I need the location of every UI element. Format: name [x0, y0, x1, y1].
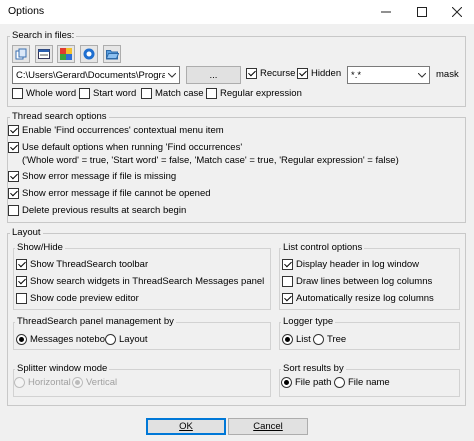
sort-file-path-radio[interactable]: File path [281, 377, 331, 388]
show-code-preview-checkbox[interactable]: Show code preview editor [16, 293, 139, 304]
start-word-checkbox[interactable]: Start word [79, 88, 136, 99]
close-icon[interactable] [441, 0, 473, 24]
recurse-checkbox[interactable]: Recurse [246, 68, 295, 79]
search-in-files-label: Search in files: [10, 30, 77, 41]
show-search-widgets-checkbox[interactable]: Show search widgets in ThreadSearch Mess… [16, 276, 264, 287]
open-files-icon[interactable] [12, 45, 30, 63]
error-file-open-checkbox[interactable]: Show error message if file cannot be ope… [8, 188, 211, 199]
use-default-options-checkbox[interactable]: Use default options when running 'Find o… [8, 142, 242, 153]
checkbox-box[interactable] [8, 188, 19, 199]
display-header-checkbox[interactable]: Display header in log window [282, 259, 419, 270]
checkbox-box[interactable] [16, 293, 27, 304]
radio-circle[interactable] [105, 334, 116, 345]
search-path-combo[interactable]: C:\Users\Gerard\Documents\Programr [12, 66, 180, 84]
mask-label: mask [436, 69, 459, 80]
checkbox-box[interactable] [16, 259, 27, 270]
checkbox-box[interactable] [8, 171, 19, 182]
minimize-icon[interactable] [370, 0, 402, 24]
maximize-icon[interactable] [406, 0, 438, 24]
horizontal-radio[interactable]: Horizontal [14, 377, 71, 388]
show-hide-label: Show/Hide [15, 242, 65, 253]
threadsearch-options-label: Thread search options [10, 111, 109, 122]
layout-radio[interactable]: Layout [105, 334, 148, 345]
cancel-button[interactable]: Cancel [228, 418, 308, 435]
list-radio[interactable]: List [282, 334, 311, 345]
checkbox-box[interactable] [206, 88, 217, 99]
enable-find-occurrences-checkbox[interactable]: Enable 'Find occurrences' contextual men… [8, 125, 224, 136]
checkbox-box[interactable] [79, 88, 90, 99]
mask-combo[interactable]: *.* [347, 66, 430, 84]
checkbox-box[interactable] [8, 205, 19, 216]
list-control-label: List control options [281, 242, 365, 253]
layout-label: Layout [10, 227, 43, 238]
browse-button[interactable]: ... [186, 66, 241, 84]
checkbox-box[interactable] [246, 68, 257, 79]
delete-previous-results-checkbox[interactable]: Delete previous results at search begin [8, 205, 186, 216]
splitter-mode-label: Splitter window mode [15, 363, 110, 374]
checkbox-box[interactable] [16, 276, 27, 287]
logger-type-label: Logger type [281, 316, 336, 327]
radio-circle[interactable] [313, 334, 324, 345]
default-options-note: ('Whole word' = true, 'Start word' = fal… [22, 155, 399, 166]
radio-circle[interactable] [282, 334, 293, 345]
sort-file-name-radio[interactable]: File name [334, 377, 390, 388]
checkbox-box[interactable] [297, 68, 308, 79]
checkbox-box[interactable] [8, 125, 19, 136]
regular-expression-checkbox[interactable]: Regular expression [206, 88, 302, 99]
auto-resize-columns-checkbox[interactable]: Automatically resize log columns [282, 293, 434, 304]
checkbox-box[interactable] [8, 142, 19, 153]
window-title: Options [8, 5, 45, 17]
workspace-files-icon[interactable] [57, 45, 75, 63]
mask-value: *.* [351, 69, 362, 81]
messages-notebook-radio[interactable]: Messages notebook [16, 334, 115, 345]
search-path-value: C:\Users\Gerard\Documents\Programr [16, 69, 165, 81]
sort-results-label: Sort results by [281, 363, 346, 374]
checkbox-box[interactable] [282, 293, 293, 304]
radio-circle[interactable] [281, 377, 292, 388]
whole-word-checkbox[interactable]: Whole word [12, 88, 76, 99]
ok-button[interactable]: OK [146, 418, 226, 435]
tree-radio[interactable]: Tree [313, 334, 346, 345]
checkbox-box[interactable] [12, 88, 23, 99]
checkbox-box[interactable] [141, 88, 152, 99]
chevron-down-icon[interactable] [415, 72, 429, 78]
draw-lines-checkbox[interactable]: Draw lines between log columns [282, 276, 432, 287]
radio-circle[interactable] [334, 377, 345, 388]
radio-circle[interactable] [14, 377, 25, 388]
radio-circle[interactable] [72, 377, 83, 388]
match-case-checkbox[interactable]: Match case [141, 88, 204, 99]
hidden-checkbox[interactable]: Hidden [297, 68, 341, 79]
directory-icon[interactable] [80, 45, 98, 63]
checkbox-box[interactable] [282, 259, 293, 270]
show-toolbar-checkbox[interactable]: Show ThreadSearch toolbar [16, 259, 148, 270]
panel-management-label: ThreadSearch panel management by [15, 316, 176, 327]
radio-circle[interactable] [16, 334, 27, 345]
title-bar: Options [0, 0, 474, 24]
chevron-down-icon[interactable] [165, 72, 179, 78]
checkbox-box[interactable] [282, 276, 293, 287]
project-files-icon[interactable] [35, 45, 53, 63]
folder-open-icon[interactable] [103, 45, 121, 63]
vertical-radio[interactable]: Vertical [72, 377, 117, 388]
error-file-missing-checkbox[interactable]: Show error message if file is missing [8, 171, 176, 182]
